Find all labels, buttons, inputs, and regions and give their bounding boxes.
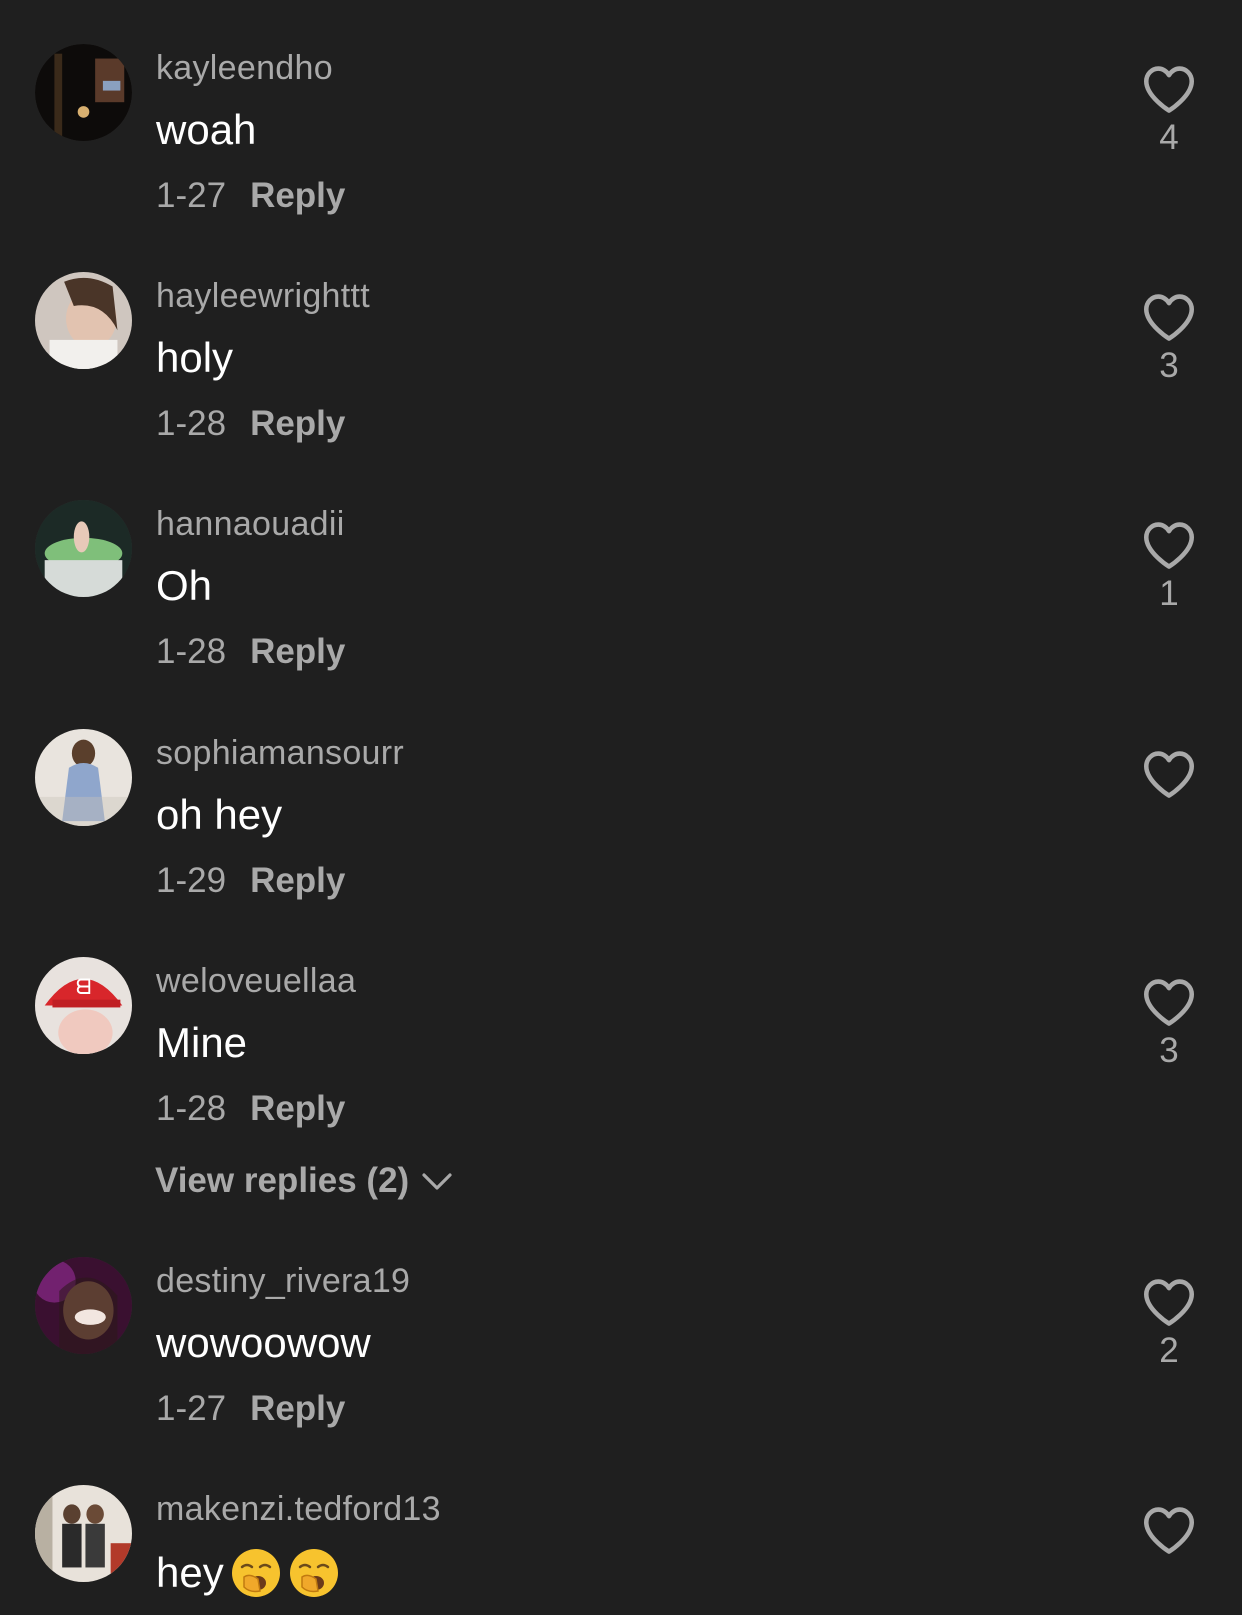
heart-outline-icon <box>1144 751 1194 798</box>
comment-date: 1-29 <box>156 861 227 900</box>
comment-meta: 1-29 Reply <box>156 861 345 901</box>
comment-username[interactable]: destiny_rivera19 <box>156 1262 410 1301</box>
comment-text: wowoowow <box>156 1319 371 1366</box>
like-count: 2 <box>1159 1331 1179 1370</box>
like-count: 3 <box>1159 346 1179 385</box>
like-button[interactable]: 1 <box>1141 520 1197 611</box>
avatar[interactable] <box>35 44 132 141</box>
reply-button[interactable]: Reply <box>250 861 345 900</box>
comment-text-content: hey <box>156 1549 224 1596</box>
avatar-image: ᗺ <box>35 957 132 1054</box>
heart-outline-icon <box>1144 294 1194 341</box>
avatar[interactable]: ᗺ <box>35 957 132 1054</box>
comment-date: 1-28 <box>156 1089 227 1128</box>
avatar[interactable] <box>35 500 132 597</box>
reply-button[interactable]: Reply <box>250 176 345 215</box>
heart-outline-icon <box>1144 979 1194 1026</box>
comment-username[interactable]: kayleendho <box>156 49 333 88</box>
comment-username[interactable]: sophiamansourr <box>156 734 404 773</box>
avatar-image <box>35 44 132 141</box>
like-button[interactable] <box>1141 1505 1197 1561</box>
like-button[interactable]: 3 <box>1141 292 1197 383</box>
reply-button[interactable]: Reply <box>250 632 345 671</box>
avatar[interactable] <box>35 1485 132 1582</box>
avatar[interactable] <box>35 272 132 369</box>
comment-text: Oh <box>156 562 213 609</box>
avatar-image <box>35 500 132 597</box>
avatar-image <box>35 1485 132 1582</box>
comment-username[interactable]: makenzi.tedford13 <box>156 1490 441 1529</box>
reply-button[interactable]: Reply <box>250 404 345 443</box>
comment-date: 1-28 <box>156 404 227 443</box>
comment-username[interactable]: hayleewrighttt <box>156 277 370 316</box>
avatar-image <box>35 272 132 369</box>
comment-meta: 1-27 Reply <box>156 1389 345 1429</box>
comment-text: holy <box>156 334 234 381</box>
like-count: 4 <box>1159 118 1179 157</box>
like-count: 1 <box>1159 574 1179 613</box>
view-replies-button[interactable]: View replies (2) <box>155 1161 453 1201</box>
yawning-face-emoji <box>289 1549 338 1597</box>
heart-outline-icon <box>1144 1279 1194 1326</box>
avatar-image <box>35 1257 132 1354</box>
avatar[interactable] <box>35 729 132 826</box>
comment-date: 1-27 <box>156 176 227 215</box>
comment-meta: 1-28 Reply <box>156 404 345 444</box>
heart-outline-icon <box>1144 1507 1194 1554</box>
comment-date: 1-27 <box>156 1389 227 1428</box>
avatar[interactable] <box>35 1257 132 1354</box>
comment-username[interactable]: weloveuellaa <box>156 962 356 1001</box>
like-button[interactable]: 3 <box>1141 977 1197 1068</box>
view-replies-label: View replies (2) <box>155 1161 410 1200</box>
comment-username[interactable]: hannaouadii <box>156 505 345 544</box>
yawning-face-emoji <box>231 1549 280 1597</box>
heart-outline-icon <box>1144 522 1194 569</box>
comment-text: oh hey <box>156 791 283 838</box>
comment-text: hey <box>156 1547 340 1599</box>
chevron-down-icon <box>421 1161 453 1201</box>
comment-meta: 1-28 Reply <box>156 1089 345 1129</box>
comment-text: woah <box>156 106 257 153</box>
heart-outline-icon <box>1144 66 1194 113</box>
avatar-image <box>35 729 132 826</box>
comment-meta: 1-27 Reply <box>156 176 345 216</box>
like-count: 3 <box>1159 1031 1179 1070</box>
like-button[interactable]: 2 <box>1141 1277 1197 1368</box>
svg-text:ᗺ: ᗺ <box>76 975 91 1000</box>
like-button[interactable] <box>1141 749 1197 805</box>
comment-text: Mine <box>156 1019 248 1066</box>
comment-date: 1-28 <box>156 632 227 671</box>
like-button[interactable]: 4 <box>1141 64 1197 155</box>
comment-meta: 1-28 Reply <box>156 632 345 672</box>
reply-button[interactable]: Reply <box>250 1089 345 1128</box>
reply-button[interactable]: Reply <box>250 1389 345 1428</box>
